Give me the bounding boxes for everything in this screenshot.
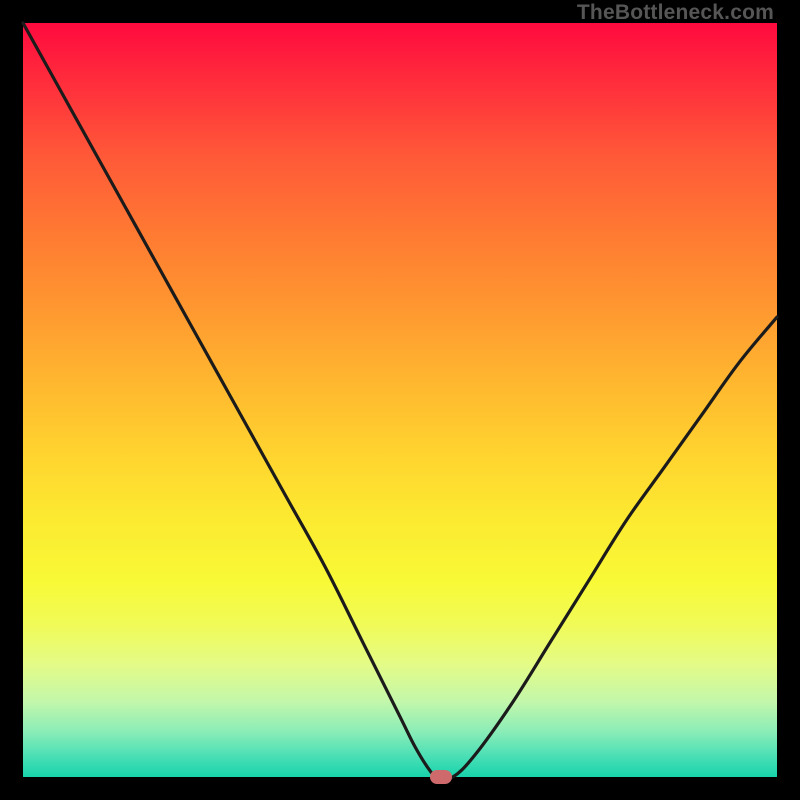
watermark-text: TheBottleneck.com xyxy=(577,1,774,25)
optimum-marker xyxy=(430,770,452,784)
bottleneck-curve xyxy=(23,23,777,777)
